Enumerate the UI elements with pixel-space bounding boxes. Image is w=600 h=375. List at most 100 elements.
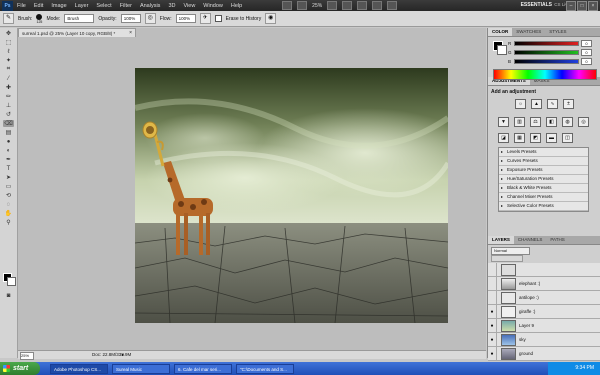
airbrush-icon[interactable]: ✈ [199,13,211,24]
menu-view[interactable]: View [183,3,195,9]
preset-item[interactable]: Selective Color Presets [499,202,588,211]
threshold-icon[interactable]: ◩ [530,133,541,143]
channel-r-value[interactable]: 0 [581,40,592,47]
layer-row[interactable]: ● giraffe :) [488,305,600,319]
flow-field[interactable]: 100% [175,14,196,23]
brush-tool-icon[interactable]: ✏ [3,93,14,100]
curves-icon[interactable]: ∿ [547,99,558,109]
brightness-icon[interactable]: ☼ [515,99,526,109]
levels-icon[interactable]: ▲ [531,99,542,109]
type-tool-icon[interactable]: T [3,165,14,172]
start-button[interactable]: start [0,362,40,375]
zoom-tool-icon[interactable]: ⚲ [3,219,14,226]
lock-options[interactable] [491,255,523,262]
visibility-toggle[interactable]: ● [488,333,497,346]
status-zoom-field[interactable]: 25% [20,352,34,360]
tab-styles[interactable]: STYLES [545,28,570,36]
menu-filter[interactable]: Filter [120,3,132,9]
hand-tool-icon[interactable] [327,1,338,10]
image-canvas[interactable] [135,68,448,323]
preset-item[interactable]: Levels Presets [499,148,588,157]
zoom-level[interactable]: 25% [312,3,322,9]
menu-image[interactable]: Image [51,3,66,9]
menu-edit[interactable]: Edit [34,3,43,9]
channel-g-value[interactable]: 0 [581,49,592,56]
invert-icon[interactable]: ◪ [498,133,509,143]
minimize-icon[interactable]: – [566,1,576,11]
tab-layers[interactable]: LAYERS [488,236,514,244]
pressure-size-icon[interactable]: ◉ [265,13,277,24]
erase-history-checkbox[interactable] [214,15,222,22]
path-select-tool-icon[interactable]: ➤ [3,174,14,181]
taskbar-item[interactable]: "C:\Documents and S... [236,363,294,374]
workspace-switcher[interactable]: ESSENTIALS [521,2,552,8]
menu-help[interactable]: Help [231,3,242,9]
3d-rotate-tool-icon[interactable]: ⟲ [3,192,14,199]
layer-row[interactable]: antilope :) [488,291,600,305]
color-balance-icon[interactable]: ⚖ [530,117,541,127]
menu-select[interactable]: Select [96,3,111,9]
pressure-opacity-icon[interactable]: ◎ [144,13,156,24]
taskbar-item[interactable]: Adobe Photoshop CS... [50,363,108,374]
eraser-tool-icon[interactable]: ✎ [3,13,14,24]
black-white-icon[interactable]: ◧ [546,117,557,127]
history-brush-tool-icon[interactable]: ↺ [3,111,14,118]
crop-tool-icon[interactable]: ⌗ [3,66,14,73]
menu-window[interactable]: Window [203,3,223,9]
preset-item[interactable]: Black & White Presets [499,184,588,193]
close-document-icon[interactable]: × [129,29,132,38]
channel-mixer-icon[interactable]: ◎ [578,117,589,127]
gradient-tool-icon[interactable]: ▤ [3,129,14,136]
selective-color-icon[interactable]: ◫ [562,133,573,143]
menu-layer[interactable]: Layer [75,3,89,9]
document-tab[interactable]: surreal 1.psd @ 25% (Layer 10 copy, RGB/… [18,28,136,37]
brush-preset-picker[interactable]: 125 [36,13,43,24]
visibility-toggle[interactable]: ● [488,305,497,318]
marquee-tool-icon[interactable]: ⬚ [3,39,14,46]
move-tool-icon[interactable]: ✥ [3,30,14,37]
lasso-tool-icon[interactable]: ℓ [3,48,14,55]
layer-row[interactable]: ● ground [488,347,600,361]
menu-3d[interactable]: 3D [168,3,175,9]
opacity-field[interactable]: 100% [120,14,141,23]
layer-row[interactable]: ● Layer 9 [488,319,600,333]
tab-paths[interactable]: PATHS [546,236,568,244]
dodge-tool-icon[interactable]: ◐ [3,147,14,154]
quick-select-tool-icon[interactable]: ✦ [3,57,14,64]
eyedropper-tool-icon[interactable]: ⁄ [3,75,14,82]
channel-r-slider[interactable] [514,41,579,46]
screen-mode-icon[interactable] [387,1,398,10]
taskbar-item[interactable]: Sureal Music [112,363,170,374]
channel-b-value[interactable]: 0 [581,58,592,65]
photo-filter-icon[interactable]: ◍ [562,117,573,127]
layer-row[interactable] [488,263,600,277]
tab-color[interactable]: COLOR [488,28,513,36]
close-icon[interactable]: × [588,1,598,11]
3d-orbit-tool-icon[interactable]: ◌ [3,201,14,208]
color-spectrum-bar[interactable] [493,69,597,80]
restore-icon[interactable]: □ [577,1,587,11]
quick-mask-icon[interactable]: ◙ [3,292,14,299]
menu-file[interactable]: File [17,3,26,9]
tab-channels[interactable]: CHANNELS [514,236,547,244]
gradient-map-icon[interactable]: ▬ [546,133,557,143]
visibility-toggle[interactable] [488,291,497,304]
eraser-tool-icon[interactable]: ⌫ [3,120,14,127]
hand-tool-icon[interactable]: ✋ [3,210,14,217]
mode-select[interactable]: Brush [64,14,95,23]
visibility-toggle[interactable]: ● [488,347,497,360]
rotate-view-icon[interactable] [357,1,368,10]
status-menu-arrow-icon[interactable]: ▸ [122,351,124,359]
zoom-tool-icon[interactable] [342,1,353,10]
shape-tool-icon[interactable]: ▭ [3,183,14,190]
arrange-documents-icon[interactable] [372,1,383,10]
blur-tool-icon[interactable]: ● [3,138,14,145]
preset-item[interactable]: Channel Mixer Presets [499,193,588,202]
tray-clock[interactable]: 9:34 PM [575,365,594,371]
bridge-icon[interactable] [282,1,293,10]
menu-analysis[interactable]: Analysis [140,3,160,9]
healing-tool-icon[interactable]: ✚ [3,84,14,91]
taskbar-item[interactable]: 6. Cafe del mar seri... [174,363,232,374]
channel-g-slider[interactable] [514,50,579,55]
color-panel-background-swatch[interactable] [497,45,507,55]
